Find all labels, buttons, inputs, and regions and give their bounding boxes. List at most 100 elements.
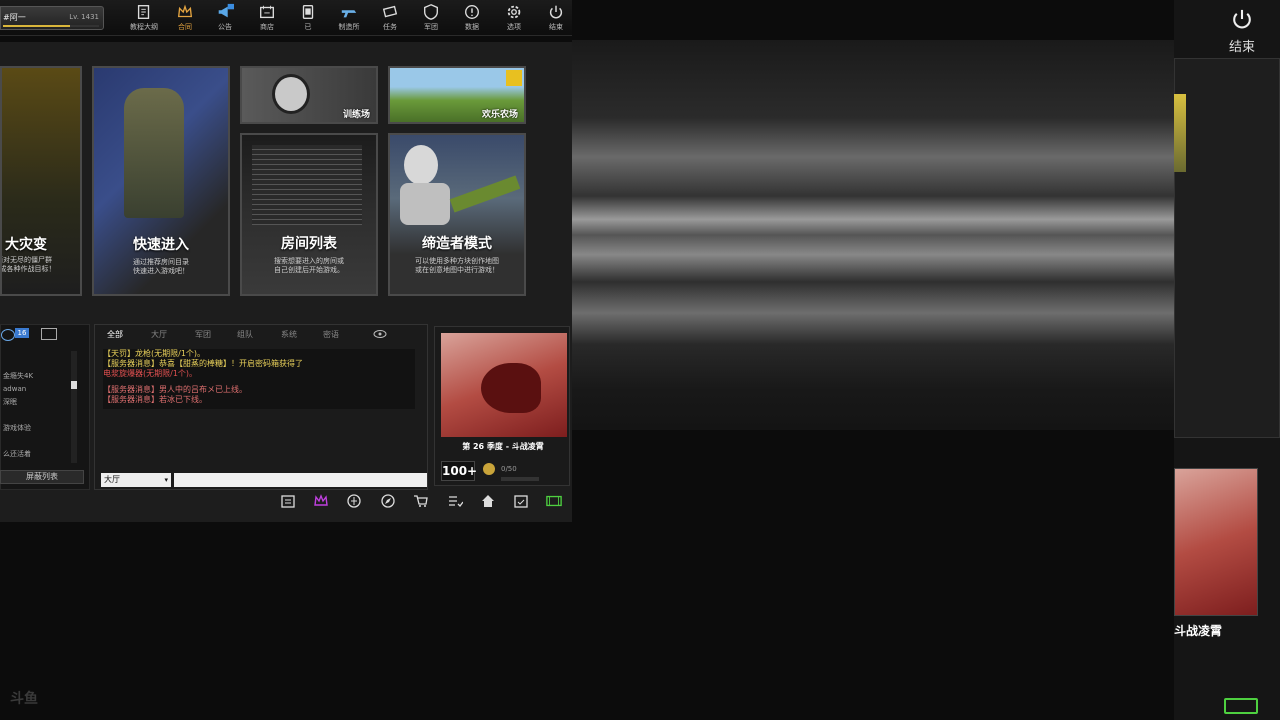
- coin-icon: [483, 463, 495, 475]
- exp-bar: [3, 25, 99, 27]
- shop-cart-icon[interactable]: [413, 493, 429, 509]
- scrollbar[interactable]: [71, 351, 77, 463]
- robot-art: [404, 145, 438, 185]
- film-icon[interactable]: [546, 493, 564, 509]
- ticket-icon: [382, 5, 398, 18]
- mode-card-training[interactable]: 训练场: [240, 66, 378, 124]
- nav-exit[interactable]: 结束: [536, 3, 576, 33]
- season-title: 第 26 季度 - 斗战凌霄: [462, 442, 544, 451]
- friends-icon[interactable]: [1, 329, 15, 341]
- nav-options[interactable]: 选项: [494, 3, 534, 33]
- mode-title: 缔造者模式: [422, 236, 492, 252]
- crown-icon[interactable]: [313, 493, 329, 509]
- mode-desc: 通过推荐房间目录 快速进入游戏吧！: [133, 258, 189, 275]
- eye-icon[interactable]: [373, 329, 387, 339]
- dragon-art: [481, 363, 541, 413]
- season-panel[interactable]: 第 26 季度 - 斗战凌霄 100+ 0/50: [434, 326, 570, 486]
- friend-item[interactable]: 深眠: [3, 397, 17, 407]
- friend-item[interactable]: 游戏体验: [3, 423, 31, 433]
- mode-card-creator[interactable]: 缔造者模式 可以使用多种方块创作地图 或在创意地图中进行游戏！: [388, 133, 526, 296]
- block-list-button[interactable]: 屏蔽列表: [0, 470, 84, 484]
- cart-icon: [260, 5, 274, 19]
- right-panel: 斗战凌霄: [1174, 0, 1280, 720]
- gear-icon: [507, 5, 521, 19]
- chat-messages: 【天罚】龙枪(无期限/1个)。 【服务器消息】恭喜【甜蒸的棒糖】！开启密码箱获得…: [103, 349, 415, 409]
- chat-input[interactable]: [174, 473, 427, 487]
- friend-item[interactable]: adwan: [3, 385, 26, 393]
- chat-line: 【天罚】龙枪(无期限/1个)。: [103, 349, 206, 358]
- chat-tab-whisper[interactable]: 密语: [323, 329, 339, 340]
- mode-card-quick-join[interactable]: 快速进入 通过推荐房间目录 快速进入游戏吧！: [92, 66, 230, 296]
- mail-icon[interactable]: [41, 328, 57, 340]
- film-icon[interactable]: [1224, 698, 1258, 714]
- megaphone-icon: [218, 3, 234, 18]
- crown-icon: [177, 4, 193, 18]
- checklist-icon[interactable]: [447, 493, 464, 509]
- calendar-icon[interactable]: [280, 493, 296, 509]
- nav-workshop[interactable]: 制造所: [329, 3, 369, 33]
- mode-card-farm[interactable]: 欢乐农场: [388, 66, 526, 124]
- home-icon[interactable]: [480, 493, 496, 509]
- top-nav-bar: #阿一 Lv. 1431 教程大纲 合同 公告 商店 已 制造所 任务 军团 数…: [0, 0, 572, 36]
- notepad-icon: [137, 5, 150, 19]
- mode-card-zombie[interactable]: 大灾变 面对无尽的僵尸群 完成各种作战目标！: [0, 66, 82, 296]
- player-card[interactable]: #阿一 Lv. 1431: [0, 6, 104, 30]
- robot-body-art: [400, 183, 450, 225]
- chat-tab-lobby[interactable]: 大厅: [151, 329, 167, 340]
- shield-icon: [424, 4, 438, 20]
- medal-icon[interactable]: [346, 493, 362, 509]
- game-lobby: { "player": {"name": "#阿一", "level": "Lv…: [0, 0, 1280, 720]
- mode-title: 快速进入: [133, 237, 189, 253]
- nav-notice[interactable]: 公告: [205, 3, 245, 33]
- chat-tab-clan[interactable]: 军团: [195, 329, 211, 340]
- chat-tab-team[interactable]: 组队: [237, 329, 253, 340]
- chat-line: 电浆旋爆器(无期限/1个)。: [103, 369, 198, 378]
- player-level: Lv. 1431: [69, 13, 99, 21]
- new-badge: [506, 70, 522, 86]
- nav-phone[interactable]: 已: [288, 3, 328, 33]
- nav-missions[interactable]: 任务: [370, 3, 410, 33]
- power-icon: [1233, 9, 1251, 29]
- exit-button-large[interactable]: 结束: [1222, 6, 1262, 55]
- compass-icon[interactable]: [380, 493, 396, 509]
- chat-tab-system[interactable]: 系统: [281, 329, 297, 340]
- player-name: #阿一: [3, 13, 26, 22]
- season-progress-bar: [501, 477, 539, 481]
- nav-tutorial[interactable]: 教程大纲: [124, 3, 164, 33]
- mode-card-room-list[interactable]: 房间列表 搜索想要进入的房间或 自己创建后开始游戏。: [240, 133, 378, 296]
- nav-clan[interactable]: 军团: [411, 3, 451, 33]
- right-season-image: [1174, 468, 1258, 616]
- right-panel-thumb: [1174, 94, 1186, 172]
- chat-panel: 全部 大厅 军团 组队 系统 密语 【天罚】龙枪(无期限/1个)。 【服务器消息…: [94, 324, 428, 490]
- calendar-check-icon[interactable]: [513, 493, 529, 509]
- chat-line: 【服务器消息】恭喜【甜蒸的棒糖】！开启密码箱获得了: [103, 359, 303, 368]
- power-icon: [549, 5, 563, 19]
- alert-icon: [465, 5, 479, 19]
- season-level: 100+: [441, 461, 477, 481]
- nav-contract[interactable]: 合同: [165, 3, 205, 33]
- friend-list-panel: 16 金瘾失4K adwan 深眠 游戏体验 么还活着: [0, 324, 90, 490]
- mode-title: 房间列表: [281, 236, 337, 252]
- nav-shop[interactable]: 商店: [247, 3, 287, 33]
- chat-input-row: 大厅 ▾: [101, 473, 427, 487]
- mode-title: 训练场: [342, 110, 370, 120]
- soldier-art: [124, 88, 184, 218]
- chat-line: 【服务器消息】若冰已下线。: [103, 395, 207, 404]
- gun-icon: [341, 10, 357, 18]
- chevron-down-icon: ▾: [164, 476, 168, 484]
- chat-channel-select[interactable]: 大厅 ▾: [101, 473, 171, 487]
- chat-tab-all[interactable]: 全部: [107, 329, 123, 340]
- phone-icon: [302, 5, 314, 19]
- season-progress: 0/50: [501, 465, 517, 473]
- friend-item[interactable]: 么还活着: [3, 449, 31, 459]
- gun-art: [449, 175, 521, 213]
- mode-title: 欢乐农场: [481, 110, 518, 120]
- background-blur: [572, 40, 1174, 430]
- mode-desc: 面对无尽的僵尸群 完成各种作战目标！: [0, 256, 56, 273]
- right-season-title: 斗战凌霄: [1174, 624, 1223, 638]
- target-art: [272, 74, 310, 114]
- chat-line: 【服务器消息】男人中的吕布メ已上线。: [103, 385, 247, 394]
- friend-item[interactable]: 金瘾失4K: [3, 371, 33, 381]
- season-image: [441, 333, 567, 437]
- nav-data[interactable]: 数据: [452, 3, 492, 33]
